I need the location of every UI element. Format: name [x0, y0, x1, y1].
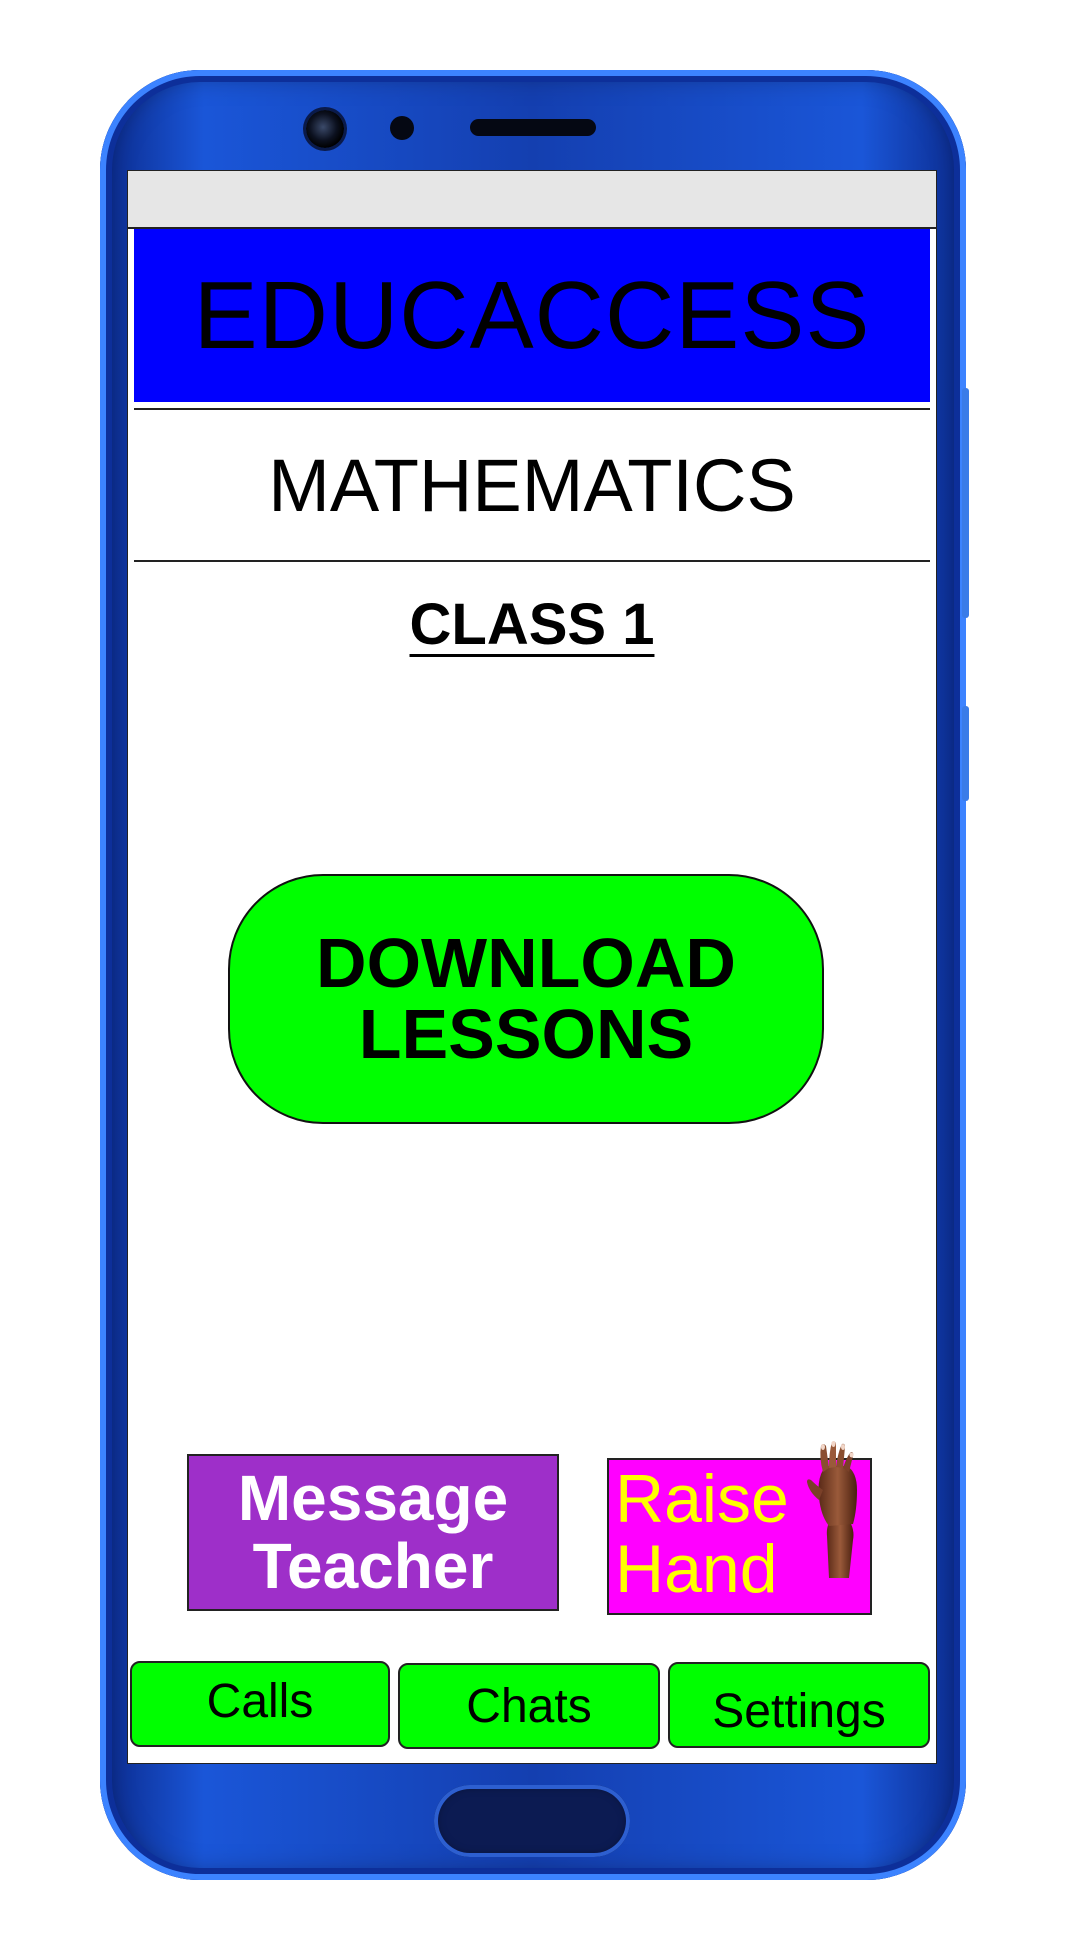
subject-bar: MATHEMATICS	[134, 408, 930, 562]
front-camera-icon	[306, 110, 344, 148]
raise-hand-label-line1: Raise	[615, 1461, 789, 1537]
proximity-sensor	[390, 116, 414, 140]
status-bar	[128, 171, 936, 229]
message-teacher-button[interactable]: Message Teacher	[187, 1454, 559, 1611]
app-title: EDUCACCESS	[193, 261, 871, 369]
phone-screen: EDUCACCESS MATHEMATICS CLASS 1 DOWNLOAD …	[127, 170, 937, 1764]
app-header: EDUCACCESS	[134, 229, 930, 402]
home-button[interactable]	[434, 1785, 630, 1857]
nav-settings-label: Settings	[712, 1684, 886, 1738]
message-teacher-label-line1: Message	[237, 1462, 509, 1535]
raise-hand-label: Raise Hand	[615, 1464, 789, 1604]
download-lessons-label-line2: LESSONS	[358, 995, 694, 1073]
volume-button	[962, 388, 969, 618]
bottom-nav: Calls Chats Settings	[128, 1661, 936, 1751]
earpiece-speaker	[470, 119, 596, 136]
nav-calls-button[interactable]: Calls	[130, 1661, 390, 1747]
subject-title: MATHEMATICS	[268, 443, 796, 527]
download-lessons-label-line1: DOWNLOAD	[316, 923, 736, 1002]
nav-chats-button[interactable]: Chats	[398, 1663, 660, 1749]
power-button	[962, 706, 969, 801]
nav-settings-button[interactable]: Settings	[668, 1662, 930, 1748]
raised-hand-icon	[807, 1441, 857, 1578]
raise-hand-label-line2: Hand	[615, 1531, 778, 1608]
download-lessons-button[interactable]: DOWNLOAD LESSONS	[228, 874, 824, 1124]
class-label: CLASS 1	[409, 592, 655, 657]
raise-hand-button[interactable]: Raise Hand	[607, 1441, 872, 1615]
nav-chats-label: Chats	[466, 1679, 592, 1733]
nav-calls-label: Calls	[206, 1674, 314, 1728]
message-teacher-label-line2: Teacher	[252, 1529, 494, 1602]
